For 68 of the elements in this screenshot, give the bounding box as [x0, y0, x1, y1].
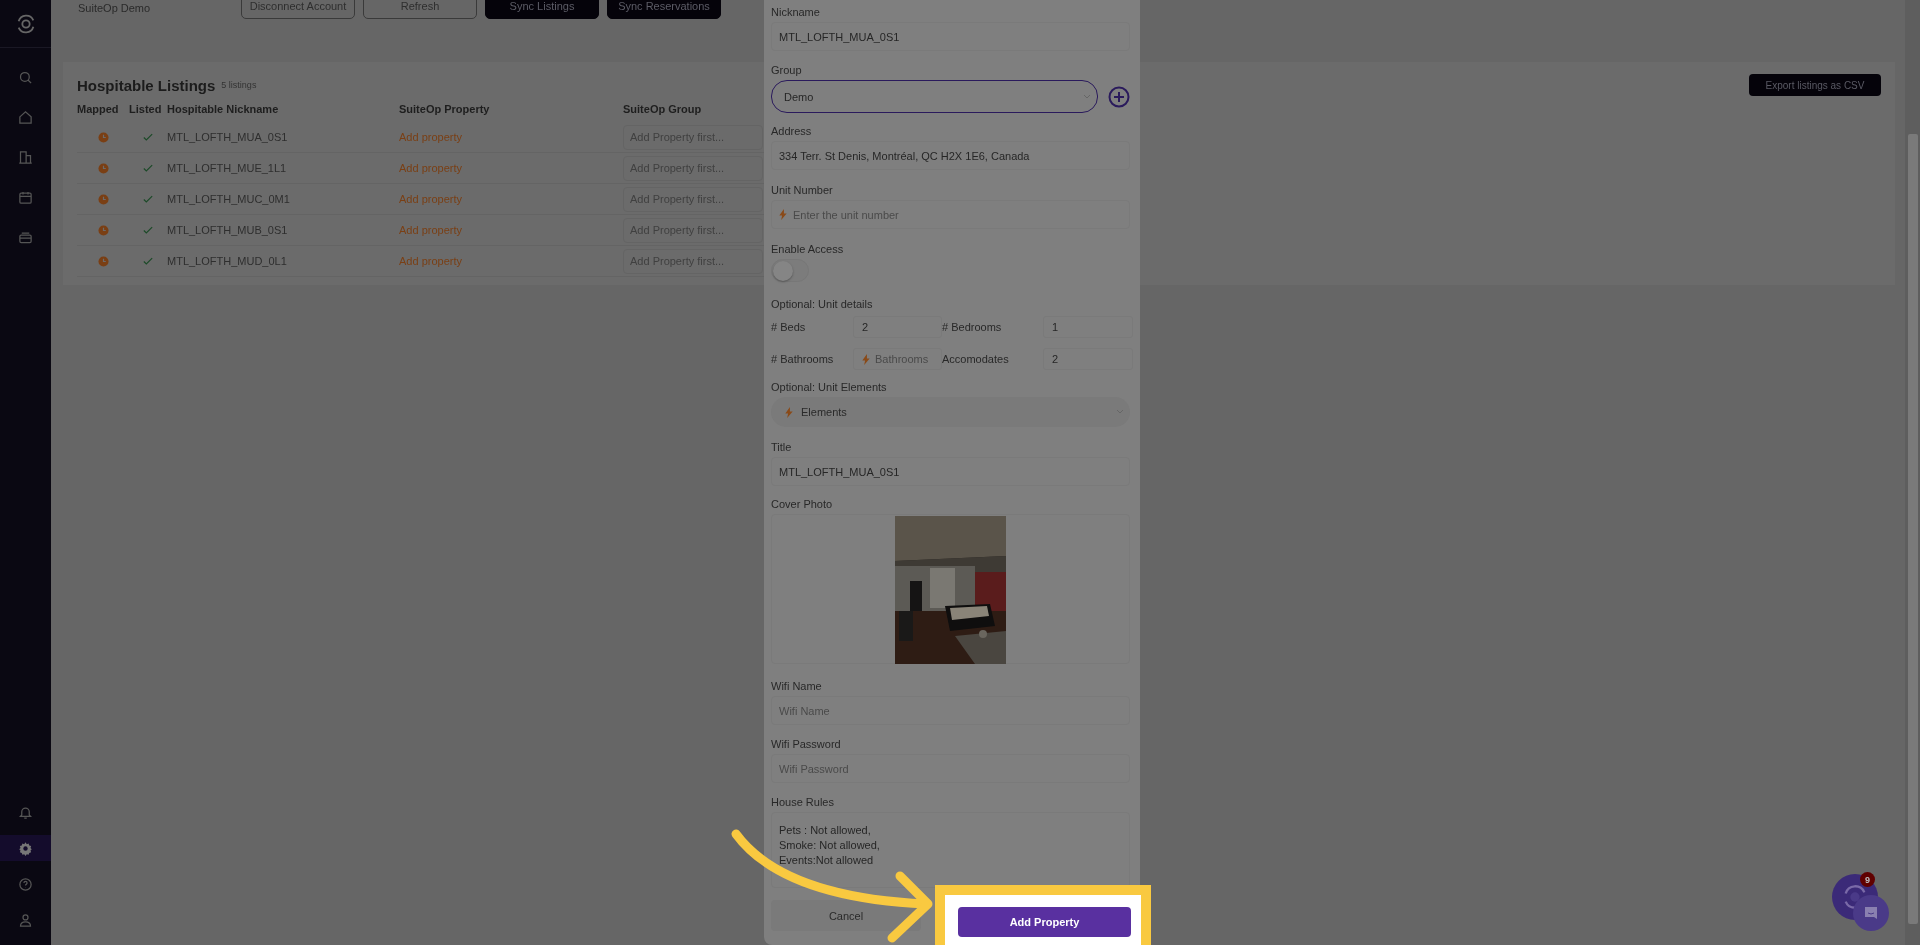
add-property-link[interactable]: Add property — [399, 193, 462, 205]
export-button[interactable]: Export listings as CSV — [1749, 74, 1881, 96]
field-label: Unit Number — [771, 183, 834, 198]
header-button[interactable]: Sync Listings — [485, 0, 599, 19]
account-name: SuiteOp Demo — [78, 1, 152, 14]
bolt-icon — [862, 353, 870, 365]
field-label: Group — [771, 63, 803, 78]
column-header: Hospitable Nickname — [167, 102, 280, 117]
section-label: Optional: Unit Elements — [771, 380, 888, 395]
bolt-icon — [779, 209, 787, 220]
calendar-icon — [18, 189, 33, 205]
message-icon — [1863, 905, 1879, 921]
input-field[interactable]: 2 — [1043, 348, 1133, 370]
field-label: Title — [771, 440, 793, 455]
header-button[interactable]: Disconnect Account — [241, 0, 355, 19]
table-cell: MTL_LOFTH_MUB_0S1 — [167, 224, 288, 236]
input-field[interactable]: MTL_LOFTH_MUA_0S1 — [771, 22, 1130, 51]
building-icon — [18, 149, 33, 165]
add-property-button[interactable]: Add Property — [958, 907, 1131, 937]
field-label: Wifi Password — [771, 737, 842, 752]
table-cell: MTL_LOFTH_MUD_0L1 — [167, 255, 287, 267]
settings-icon — [18, 840, 33, 856]
field-label: House Rules — [771, 795, 835, 810]
toggle-switch[interactable] — [771, 259, 809, 282]
home-icon — [18, 109, 33, 125]
input-field[interactable]: 334 Terr. St Denis, Montréal, QC H2X 1E6, Canada — [771, 141, 1130, 170]
scrollbar[interactable] — [1905, 0, 1920, 945]
column-header: SuiteOp Property — [399, 102, 491, 117]
header-button[interactable]: Sync Reservations — [607, 0, 721, 19]
table-cell: MTL_LOFTH_MUC_0M1 — [167, 193, 290, 205]
input-field[interactable]: MTL_LOFTH_MUA_0S1 — [771, 457, 1130, 486]
input-field[interactable]: 1 — [1043, 316, 1133, 338]
search-icon — [18, 69, 33, 85]
add-property-link[interactable]: Add property — [399, 255, 462, 267]
table-cell: MTL_LOFTH_MUE_1L1 — [167, 162, 287, 174]
field-label: Wifi Name — [771, 679, 823, 694]
field-label: # Bathrooms — [771, 353, 835, 365]
add-property-link[interactable]: Add property — [399, 224, 462, 236]
add-property-link[interactable]: Add property — [399, 131, 462, 143]
section-title: Hospitable Listings — [77, 76, 216, 94]
column-header: Listed — [129, 102, 163, 117]
select-field[interactable]: Elements — [771, 397, 1130, 427]
photo-frame[interactable] — [771, 514, 1130, 664]
help-icon — [18, 876, 33, 892]
chevron-icon — [1083, 93, 1091, 100]
select-field[interactable]: Demo — [771, 80, 1098, 113]
table-cell: MTL_LOFTH_MUA_0S1 — [167, 131, 288, 143]
field-label: Nickname — [771, 5, 821, 20]
column-header: Mapped — [77, 102, 120, 117]
notification-badge: 9 — [1860, 872, 1875, 887]
inbox-icon — [18, 229, 33, 245]
column-header: SuiteOp Group — [623, 102, 703, 117]
bell-icon — [18, 804, 33, 820]
bolt-icon — [785, 406, 793, 418]
user-icon — [18, 912, 33, 928]
section-label: Optional: Unit details — [771, 297, 874, 312]
add-icon[interactable] — [1108, 85, 1130, 108]
field-label: Cover Photo — [771, 497, 834, 512]
field-label: Accomodates — [942, 353, 1010, 365]
field-label: Address — [771, 124, 813, 139]
input-field[interactable]: 2 — [853, 316, 942, 338]
chat-button[interactable] — [1853, 895, 1889, 931]
field-label: # Bedrooms — [942, 321, 1003, 333]
add-property-link[interactable]: Add property — [399, 162, 462, 174]
field-label: Enable Access — [771, 242, 845, 257]
header-button[interactable]: Refresh — [363, 0, 477, 19]
sidebar-item[interactable] — [0, 835, 51, 861]
field-label: # Beds — [771, 321, 807, 333]
